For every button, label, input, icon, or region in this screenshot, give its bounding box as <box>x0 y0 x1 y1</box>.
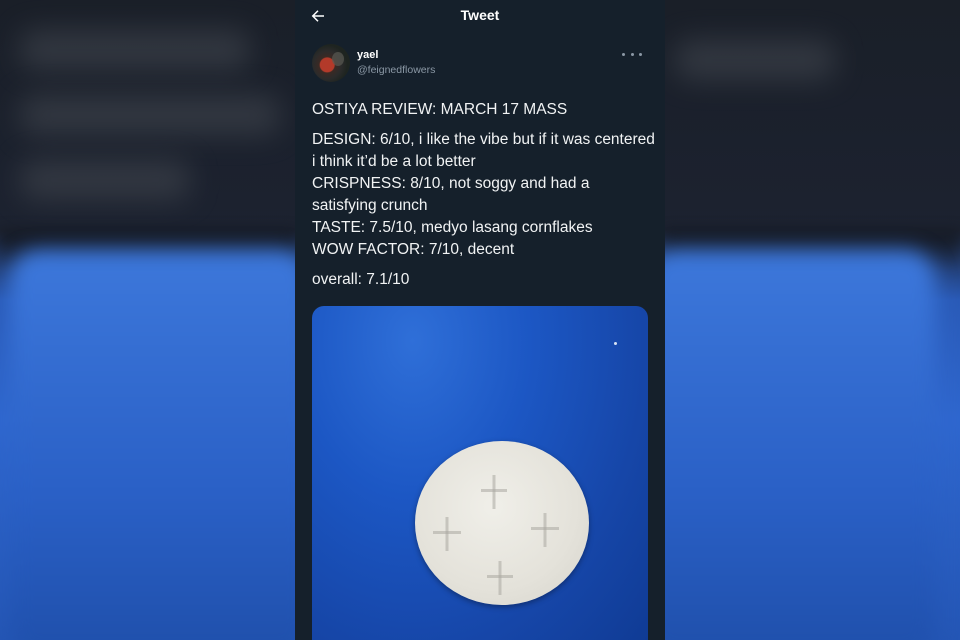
tweet-screen: Tweet yael @feignedflowers OSTIYA REVIEW… <box>295 0 665 640</box>
tweet-line: TASTE: 7.5/10, medyo lasang cornflakes <box>312 219 593 236</box>
tweet-body: OSTIYA REVIEW: MARCH 17 MASS DESIGN: 6/1… <box>312 99 657 291</box>
author-name[interactable]: yael <box>357 49 378 61</box>
more-horizontal-icon <box>622 52 625 56</box>
tweet-overall: overall: 7.1/10 <box>312 271 410 288</box>
blurred-backdrop-left <box>0 0 295 640</box>
tweet-line: WOW FACTOR: 7/10, decent <box>312 241 515 258</box>
page-title: Tweet <box>460 7 500 23</box>
tweet-author: yael @feignedflowers <box>312 44 652 82</box>
author-handle: @feignedflowers <box>357 64 436 76</box>
top-bar: Tweet <box>295 0 665 32</box>
avatar[interactable] <box>312 44 350 82</box>
tweet-line: CRISPNESS: 8/10, not soggy and had a sat… <box>312 175 590 214</box>
blurred-backdrop-right <box>665 0 960 640</box>
screenshot-stage: Tweet yael @feignedflowers OSTIYA REVIEW… <box>0 0 960 640</box>
more-options-button[interactable] <box>622 47 642 61</box>
tweet-photo[interactable] <box>312 306 648 640</box>
tweet-title-line: OSTIYA REVIEW: MARCH 17 MASS <box>312 101 568 118</box>
tweet-line: DESIGN: 6/10, i like the vibe but if it … <box>312 131 655 170</box>
communion-wafer <box>415 441 589 605</box>
